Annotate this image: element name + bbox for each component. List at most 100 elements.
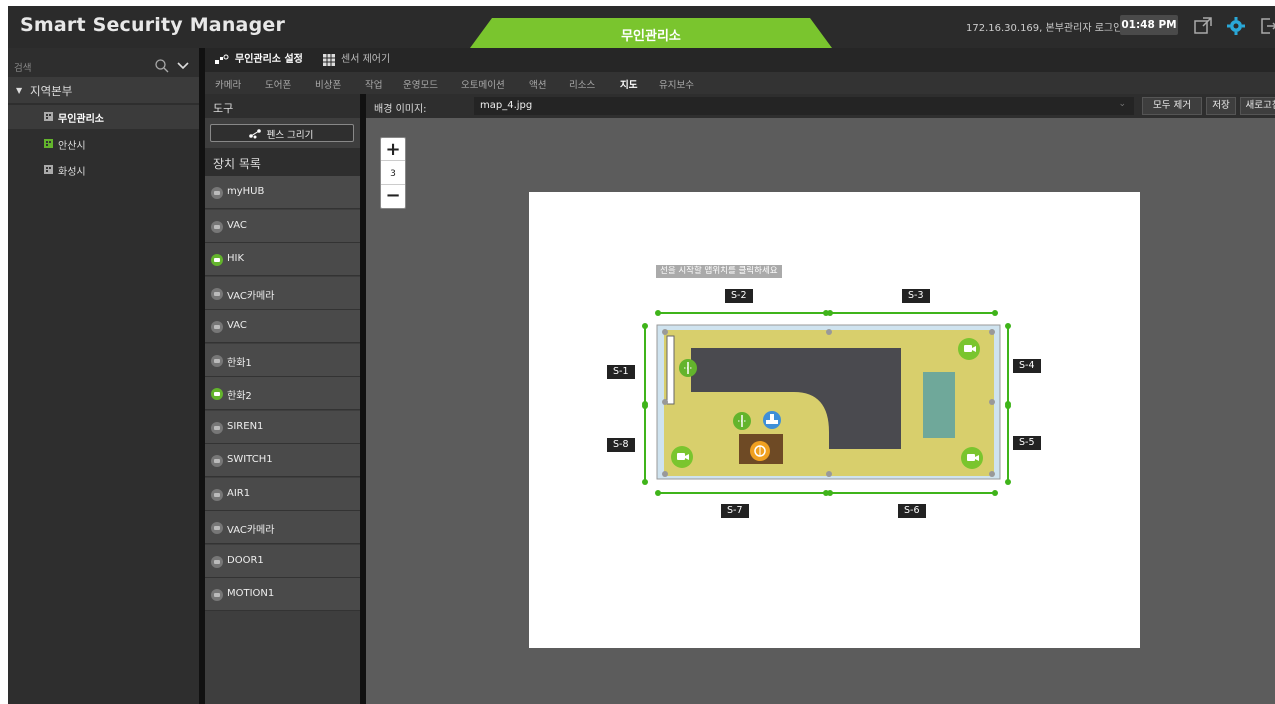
tab-sensor-controller[interactable]: 센서 제어기	[317, 48, 390, 72]
search-bar[interactable]: 검색	[8, 55, 199, 77]
app-header: Smart Security Manager 무인관리소 172.16.30.1…	[8, 6, 1275, 48]
subtab-job[interactable]: 작업	[365, 77, 382, 91]
map-canvas[interactable]: 선을 시작할 맵위치를 클릭하세요 S-1 S-2 S-3 S-4 S-5 S-…	[529, 192, 1140, 648]
door-sensor-marker-2	[733, 412, 751, 430]
save-button[interactable]: 저장	[1206, 97, 1236, 115]
draw-fence-button[interactable]: 펜스 그리기	[210, 124, 354, 142]
tab-label: 무인관리소 설정	[235, 54, 303, 65]
subtab-operation-mode[interactable]: 운영모드	[403, 77, 438, 91]
logout-icon[interactable]	[1258, 16, 1275, 36]
floor-plan[interactable]	[529, 192, 1140, 648]
zoom-control: + 3 −	[380, 137, 406, 209]
building-icon	[44, 165, 53, 174]
segment-label-s2[interactable]: S-2	[725, 289, 753, 303]
background-image-row: 배경 이미지: map_4.jpg ⌄ 모두 제거 저장 새로고침	[366, 94, 1275, 118]
siren-marker	[750, 441, 770, 461]
device-label: AIR1	[227, 487, 251, 499]
region-sidebar: 검색 ▼ 지역본부 무인관리소 안산시 화성시	[8, 48, 199, 704]
background-image-value: map_4.jpg	[480, 100, 533, 111]
device-row[interactable]: VAC	[205, 310, 360, 343]
device-row[interactable]: 한화1	[205, 343, 360, 377]
device-icon	[211, 321, 223, 333]
tree-root-region[interactable]: ▼ 지역본부	[8, 77, 199, 103]
segment-label-s1[interactable]: S-1	[607, 365, 635, 379]
segment-label-s5[interactable]: S-5	[1013, 436, 1041, 450]
device-label: 한화2	[227, 391, 252, 402]
device-list-title: 장치 목록	[213, 157, 261, 171]
chevron-down-icon[interactable]	[176, 61, 190, 71]
device-row[interactable]: VAC카메라	[205, 511, 360, 544]
tree-item-site-3[interactable]: 화성시	[8, 158, 199, 182]
network-icon	[215, 54, 229, 64]
tab-label: 센서 제어기	[341, 54, 391, 65]
device-icon	[211, 287, 223, 300]
search-icon[interactable]	[154, 58, 170, 74]
tab-site-settings[interactable]: 무인관리소 설정	[211, 48, 303, 72]
device-icon	[211, 388, 223, 400]
zoom-in-button[interactable]: +	[381, 139, 405, 161]
segment-label-s4[interactable]: S-4	[1013, 359, 1041, 373]
tools-header: 도구	[205, 94, 360, 118]
air-marker	[763, 411, 781, 429]
app-window: Smart Security Manager 무인관리소 172.16.30.1…	[8, 6, 1275, 704]
tree-item-site-1[interactable]: 무인관리소	[8, 105, 199, 129]
segment-label-s8[interactable]: S-8	[607, 438, 635, 452]
camera-marker-3	[961, 447, 983, 469]
camera-marker-2	[671, 446, 693, 468]
caret-down-icon[interactable]: ▼	[16, 86, 22, 95]
top-tab-bar: 무인관리소 설정 센서 제어기	[205, 48, 1275, 72]
device-row[interactable]: 한화2	[205, 377, 360, 410]
subtab-maintenance[interactable]: 유지보수	[659, 77, 694, 91]
login-info: 172.16.30.169, 본부관리자 로그인	[966, 23, 1123, 34]
device-icon	[211, 455, 223, 467]
sub-tab-bar: 카메라 도어폰 비상폰 작업 운영모드 오토메이션 액션 리소스 지도 유지보수	[205, 72, 1275, 94]
device-row[interactable]: VAC	[205, 209, 360, 243]
subtab-doorphone[interactable]: 도어폰	[265, 77, 291, 91]
segment-label-s3[interactable]: S-3	[902, 289, 930, 303]
device-label: DOOR1	[227, 554, 264, 566]
tools-panel: 도구 펜스 그리기 장치 목록 myHUB VAC HIK VAC카메라 VAC 한화1 한…	[205, 94, 360, 704]
device-label: 한화1	[227, 357, 252, 369]
gear-icon[interactable]	[1226, 16, 1246, 36]
refresh-button[interactable]: 새로고침	[1240, 97, 1275, 115]
grid-icon	[323, 54, 335, 66]
green-area	[923, 372, 955, 438]
building-icon	[44, 112, 53, 121]
site-tab-label: 무인관리소	[621, 29, 681, 44]
subtab-resource[interactable]: 리소스	[569, 77, 595, 91]
tree-root-label: 지역본부	[30, 84, 73, 98]
subtab-automation[interactable]: 오토메이션	[461, 77, 505, 91]
background-image-select[interactable]: map_4.jpg ⌄	[474, 97, 1134, 115]
device-row[interactable]: SIREN1	[205, 410, 360, 444]
tree-item-site-2[interactable]: 안산시	[8, 132, 199, 156]
device-icon	[211, 421, 223, 434]
device-row[interactable]: MOTION1	[205, 578, 360, 611]
app-title: Smart Security Manager	[20, 14, 286, 36]
device-icon	[211, 354, 223, 367]
tab-site-name[interactable]: 무인관리소	[470, 18, 832, 48]
segment-label-s7[interactable]: S-7	[721, 504, 749, 518]
clear-all-button[interactable]: 모두 제거	[1142, 97, 1202, 115]
device-row[interactable]: HIK	[205, 243, 360, 276]
zoom-out-button[interactable]: −	[381, 184, 405, 208]
subtab-camera[interactable]: 카메라	[215, 77, 241, 91]
subtab-map[interactable]: 지도	[620, 77, 637, 91]
subtab-action[interactable]: 액션	[529, 77, 546, 91]
search-input[interactable]: 검색	[14, 60, 31, 74]
draw-fence-label: 펜스 그리기	[266, 130, 314, 141]
device-row[interactable]: DOOR1	[205, 544, 360, 578]
subtab-emergency-phone[interactable]: 비상폰	[315, 77, 341, 91]
device-label: myHUB	[227, 186, 265, 197]
expand-icon[interactable]	[1193, 16, 1213, 36]
chevron-down-icon[interactable]: ⌄	[1118, 99, 1126, 109]
device-row[interactable]: myHUB	[205, 176, 360, 209]
segment-label-s6[interactable]: S-6	[898, 504, 926, 518]
camera-marker-1	[958, 338, 980, 360]
device-row[interactable]: VAC카메라	[205, 276, 360, 310]
device-label: MOTION1	[227, 588, 275, 599]
device-row[interactable]: AIR1	[205, 477, 360, 511]
device-row[interactable]: SWITCH1	[205, 444, 360, 477]
device-icon	[211, 187, 223, 199]
device-label: VAC	[227, 219, 247, 231]
background-image-label: 배경 이미지:	[374, 104, 427, 115]
